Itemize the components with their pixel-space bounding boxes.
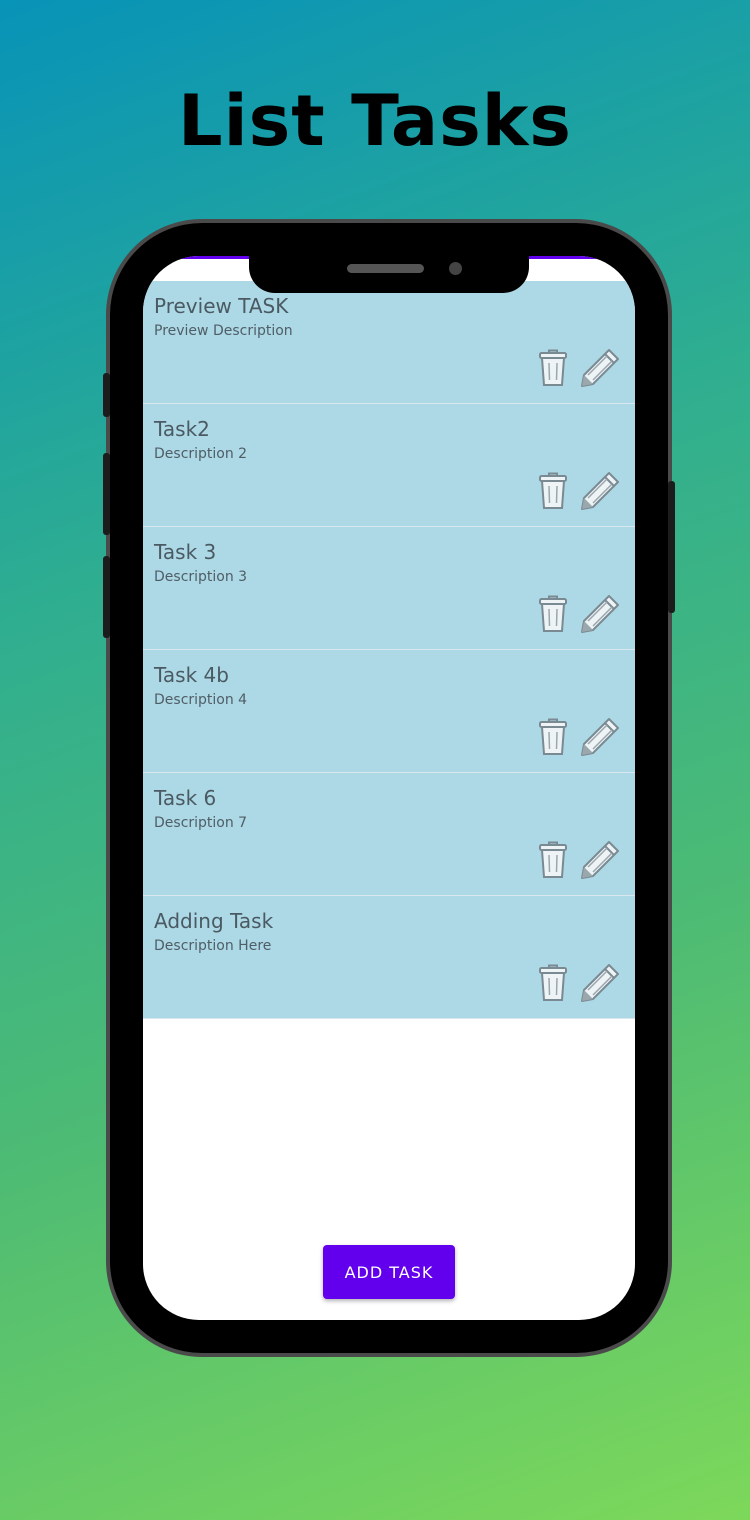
edit-button[interactable] [577, 960, 623, 1006]
trash-icon [539, 595, 567, 632]
silent-switch [103, 373, 110, 417]
trash-icon [539, 349, 567, 386]
pencil-icon [581, 964, 619, 1002]
phone-screen: Preview TASK Preview Description Task2 D… [143, 256, 635, 1320]
task-title: Adding Task [154, 909, 274, 933]
list-item[interactable]: Adding Task Description Here [143, 896, 635, 1019]
delete-button[interactable] [530, 837, 576, 883]
task-title: Task 6 [154, 786, 217, 810]
task-list: Preview TASK Preview Description Task2 D… [143, 281, 635, 1019]
list-item[interactable]: Preview TASK Preview Description [143, 281, 635, 404]
trash-icon [539, 841, 567, 878]
camera [449, 262, 462, 275]
task-description: Description 7 [154, 815, 248, 831]
delete-button[interactable] [530, 714, 576, 760]
notch [249, 256, 529, 293]
add-task-button[interactable]: ADD TASK [323, 1245, 455, 1299]
task-title: Preview TASK [154, 294, 289, 318]
volume-up-button [103, 453, 110, 535]
delete-button[interactable] [530, 345, 576, 391]
task-description: Description Here [154, 938, 272, 954]
list-item[interactable]: Task2 Description 2 [143, 404, 635, 527]
pencil-icon [581, 349, 619, 387]
delete-button[interactable] [530, 960, 576, 1006]
speaker [347, 264, 424, 273]
edit-button[interactable] [577, 714, 623, 760]
task-title: Task 3 [154, 540, 217, 564]
list-item[interactable]: Task 6 Description 7 [143, 773, 635, 896]
task-description: Description 3 [154, 569, 248, 585]
task-title: Task2 [154, 417, 210, 441]
edit-button[interactable] [577, 591, 623, 637]
trash-icon [539, 964, 567, 1001]
pencil-icon [581, 841, 619, 879]
volume-down-button [103, 556, 110, 638]
edit-button[interactable] [577, 468, 623, 514]
pencil-icon [581, 718, 619, 756]
trash-icon [539, 718, 567, 755]
phone-frame: Preview TASK Preview Description Task2 D… [103, 223, 675, 1353]
page-title: List Tasks [178, 80, 572, 162]
task-description: Description 4 [154, 692, 248, 708]
task-description: Preview Description [154, 323, 293, 339]
list-item[interactable]: Task 4b Description 4 [143, 650, 635, 773]
list-item[interactable]: Task 3 Description 3 [143, 527, 635, 650]
edit-button[interactable] [577, 837, 623, 883]
pencil-icon [581, 472, 619, 510]
edit-button[interactable] [577, 345, 623, 391]
power-button [668, 481, 675, 613]
task-title: Task 4b [154, 663, 229, 687]
trash-icon [539, 472, 567, 509]
delete-button[interactable] [530, 468, 576, 514]
task-description: Description 2 [154, 446, 248, 462]
pencil-icon [581, 595, 619, 633]
delete-button[interactable] [530, 591, 576, 637]
